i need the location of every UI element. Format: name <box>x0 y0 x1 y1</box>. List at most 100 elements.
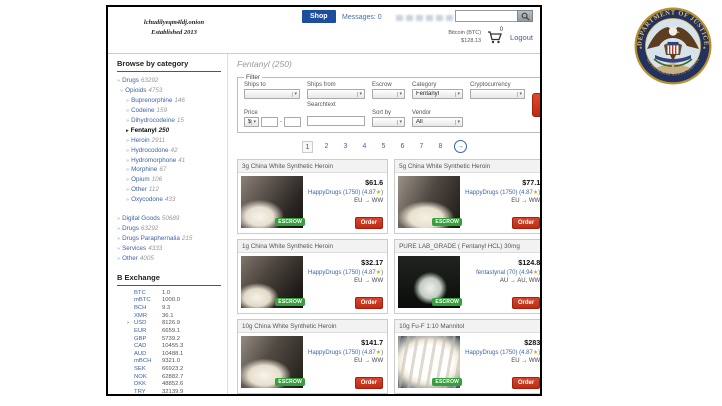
ships-from-select[interactable]: ▾ <box>307 89 365 99</box>
page-number[interactable]: 5 <box>378 141 389 153</box>
apply-filter-button[interactable]: Apply filter <box>532 93 540 117</box>
page-number[interactable]: 8 <box>435 141 446 153</box>
sidebar-item-category[interactable]: ▸Fentanyl250 <box>117 126 221 136</box>
product-image[interactable]: ESCROW <box>398 256 460 308</box>
cryptocurrency-select[interactable]: ▾ <box>470 89 525 99</box>
product-title[interactable]: 1g China White Synthetic Heroin <box>238 240 387 253</box>
product-image[interactable]: ESCROW <box>398 336 460 388</box>
product-image[interactable]: ESCROW <box>241 256 303 308</box>
category-count: 63292 <box>141 77 159 84</box>
order-button[interactable]: Order <box>355 377 383 389</box>
currency-code[interactable]: GBP <box>134 336 162 343</box>
currency-code[interactable]: mBCH <box>134 358 162 365</box>
vendor-link[interactable]: HappyDrugs (1750) (4.87★) <box>308 349 383 356</box>
product-title[interactable]: 5g China White Synthetic Heroin <box>395 160 540 173</box>
page-number[interactable]: 1 <box>302 141 313 153</box>
next-page-button[interactable]: → <box>454 140 467 153</box>
order-button[interactable]: Order <box>512 297 540 309</box>
cart-button[interactable]: 0 <box>487 30 504 45</box>
section-link: Drugs Paraphernalia <box>122 235 180 242</box>
currency-code[interactable]: DKK <box>134 381 162 388</box>
sort-by-select[interactable]: ▾ <box>372 117 405 127</box>
currency-code[interactable]: CAD <box>134 343 162 350</box>
currency-code[interactable]: BCH <box>134 305 162 312</box>
vendor-link[interactable]: HappyDrugs (1750) (4.87★) <box>465 189 540 196</box>
ships-to-select[interactable]: ▾ <box>244 89 300 99</box>
search-input[interactable] <box>455 10 517 22</box>
search-bar <box>455 10 533 22</box>
sidebar-item-category[interactable]: »Buprenorphine146 <box>117 96 221 106</box>
chevron-bullet-icon: » <box>117 216 120 222</box>
currency-code[interactable]: mBTC <box>134 297 162 304</box>
sidebar-item-section[interactable]: »Digital Goods50689 <box>117 214 221 224</box>
order-button[interactable]: Order <box>355 217 383 229</box>
sidebar-item-category[interactable]: »Heroin2911 <box>117 136 221 146</box>
currency-code[interactable]: NOK <box>134 374 162 381</box>
exchange-rate-row: mBTC 1000.0 <box>127 297 221 304</box>
currency-value: 62882.7 <box>162 374 183 381</box>
messages-link[interactable]: Messages: 0 <box>342 14 382 21</box>
sidebar-item-section[interactable]: »Drugs Paraphernalia215 <box>117 234 221 244</box>
order-button[interactable]: Order <box>512 377 540 389</box>
vendor-select[interactable]: All▾ <box>412 117 463 127</box>
exchange-rate-row: NOK 62882.7 <box>127 374 221 381</box>
product-title[interactable]: 10g China White Synthetic Heroin <box>238 320 387 333</box>
cryptocurrency-label: Cryptocurrency <box>470 82 525 88</box>
currency-code[interactable]: XMR <box>134 313 162 320</box>
sidebar-item-category[interactable]: »Codeine159 <box>117 106 221 116</box>
sidebar-item-category[interactable]: »Hydromorphone41 <box>117 156 221 166</box>
page-number[interactable]: 7 <box>416 141 427 153</box>
currency-code[interactable]: USD <box>134 320 162 327</box>
search-button[interactable] <box>517 10 533 22</box>
page-number[interactable]: 6 <box>397 141 408 153</box>
sidebar-item-category[interactable]: »Opium106 <box>117 175 221 185</box>
vendor-link[interactable]: HappyDrugs (1750) (4.87★) <box>465 349 540 356</box>
selected-marker <box>127 313 134 320</box>
currency-value: 10488.1 <box>162 351 183 358</box>
order-button[interactable]: Order <box>355 297 383 309</box>
sidebar-item-category[interactable]: »Oxycodone433 <box>117 195 221 205</box>
order-button[interactable]: Order <box>512 217 540 229</box>
currency-code[interactable]: SEK <box>134 366 162 373</box>
shop-button[interactable]: Shop <box>302 10 336 23</box>
escrow-badge: ESCROW <box>432 218 462 226</box>
sidebar-item-category[interactable]: »Opioids4753 <box>117 86 221 96</box>
price-dash: - <box>280 119 282 125</box>
category-select[interactable]: Fentanyl▾ <box>412 89 463 99</box>
page-number[interactable]: 2 <box>321 141 332 153</box>
sidebar-item-section[interactable]: »Services4333 <box>117 244 221 254</box>
currency-code[interactable]: BTC <box>134 290 162 297</box>
vendor-link[interactable]: HappyDrugs (1750) (4.87★) <box>308 189 383 196</box>
product-title[interactable]: PURE LAB_GRADE ( Fentanyl HCL) 30mg <box>395 240 540 253</box>
page-number[interactable]: 4 <box>359 141 370 153</box>
currency-code[interactable]: EUR <box>134 328 162 335</box>
product-title[interactable]: 3g China White Synthetic Heroin <box>238 160 387 173</box>
sidebar-item-category[interactable]: »Other112 <box>117 185 221 195</box>
price-currency-select[interactable]: $▾ <box>244 117 259 127</box>
sidebar-item-section[interactable]: »Other4005 <box>117 254 221 264</box>
price-max-input[interactable] <box>284 117 301 127</box>
sidebar-item-category[interactable]: »Hydrocodone42 <box>117 146 221 156</box>
searchtext-input[interactable] <box>307 116 365 126</box>
price-min-input[interactable] <box>261 117 278 127</box>
selected-marker <box>127 290 134 297</box>
product-card: 5g China White Synthetic Heroin ESCROW $… <box>394 159 540 234</box>
sidebar-item-category[interactable]: »Morphine67 <box>117 165 221 175</box>
product-image[interactable]: ESCROW <box>241 336 303 388</box>
currency-code[interactable]: TRY <box>134 389 162 396</box>
product-image[interactable]: ESCROW <box>241 176 303 228</box>
page-number[interactable]: 3 <box>340 141 351 153</box>
vendor-link[interactable]: fentastynal (70) (4.94★) <box>476 269 540 276</box>
sidebar-item-category[interactable]: »Dihydrocodeine15 <box>117 116 221 126</box>
logout-link[interactable]: Logout <box>510 33 533 42</box>
category-count: 250 <box>159 127 170 134</box>
category-count: 159 <box>157 107 168 114</box>
product-title[interactable]: 10g Fu-F 1:10 Mannitol <box>395 320 540 333</box>
sidebar-item-section[interactable]: »Drugs63292 <box>117 224 221 234</box>
currency-value: 32139.9 <box>162 389 183 396</box>
currency-code[interactable]: AUD <box>134 351 162 358</box>
vendor-link[interactable]: HappyDrugs (1750) (4.87★) <box>308 269 383 276</box>
product-image[interactable]: ESCROW <box>398 176 460 228</box>
escrow-select[interactable]: ▾ <box>372 89 405 99</box>
sidebar-item-category[interactable]: »Drugs63292 <box>117 76 221 86</box>
